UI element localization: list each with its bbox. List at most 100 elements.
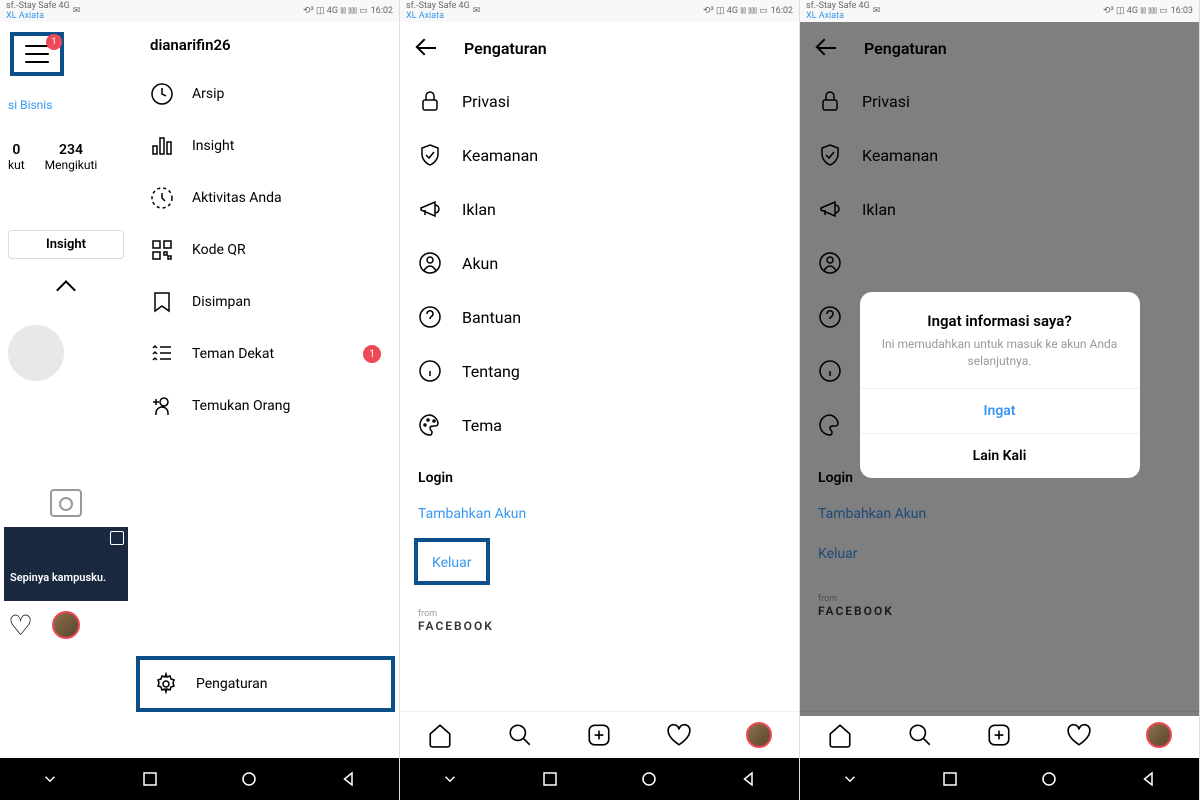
bottom-nav bbox=[400, 711, 799, 758]
add-account-link[interactable]: Tambahkan Akun bbox=[400, 494, 799, 534]
nav-recent-icon[interactable] bbox=[141, 770, 159, 788]
mail-icon: ✉ bbox=[873, 6, 881, 16]
stats-row: 0 kut 234 Mengikuti bbox=[0, 124, 132, 190]
settings-item-privacy[interactable]: Privasi bbox=[400, 74, 799, 128]
menu-icon[interactable] bbox=[25, 45, 49, 63]
back-arrow-icon[interactable] bbox=[416, 36, 440, 60]
chevron-up-icon[interactable] bbox=[56, 280, 76, 300]
menu-item-close-friends[interactable]: Teman Dekat 1 bbox=[132, 328, 399, 380]
menu-item-insight[interactable]: Insight bbox=[132, 120, 399, 172]
side-menu: dianarifin26 Arsip Insight Aktivitas And… bbox=[132, 22, 399, 758]
close-friends-icon bbox=[150, 342, 174, 366]
logout-highlight[interactable]: Keluar bbox=[414, 538, 490, 585]
signal-icon: ⟲³ ◫ 4G ⫾⫾ ⫾⫾⫾ ▭ bbox=[703, 6, 768, 16]
profile-partial-view: 1 si Bisnis 0 kut 234 Mengikuti Insight … bbox=[0, 22, 132, 758]
settings-item-ads[interactable]: Iklan bbox=[400, 182, 799, 236]
content: Pengaturan Privasi Keamanan Iklan bbox=[800, 22, 1199, 758]
search-icon[interactable] bbox=[507, 722, 533, 748]
add-post-icon[interactable] bbox=[986, 722, 1012, 748]
dialog-remember-button[interactable]: Ingat bbox=[860, 388, 1140, 433]
nav-down-icon[interactable] bbox=[841, 770, 859, 788]
content: 1 si Bisnis 0 kut 234 Mengikuti Insight … bbox=[0, 22, 399, 758]
settings-item-help[interactable]: Bantuan bbox=[400, 290, 799, 344]
megaphone-icon bbox=[418, 197, 442, 221]
bottom-nav bbox=[800, 711, 1199, 758]
menu-item-discover[interactable]: Temukan Orang bbox=[132, 380, 399, 432]
lock-icon bbox=[418, 89, 442, 113]
nav-home-icon[interactable] bbox=[1040, 770, 1058, 788]
help-icon bbox=[418, 305, 442, 329]
time-text: 16:02 bbox=[771, 6, 793, 16]
nav-recent-icon[interactable] bbox=[941, 770, 959, 788]
like-row bbox=[0, 601, 132, 649]
android-nav-bar bbox=[0, 758, 399, 800]
nav-home-icon[interactable] bbox=[640, 770, 658, 788]
settings-list: Privasi Keamanan Iklan Akun Bantuan Tent… bbox=[400, 74, 799, 711]
menu-item-archive[interactable]: Arsip bbox=[132, 68, 399, 120]
login-section-label: Login bbox=[400, 452, 799, 494]
menu-item-activity[interactable]: Aktivitas Anda bbox=[132, 172, 399, 224]
activity-heart-icon[interactable] bbox=[666, 722, 692, 748]
nav-down-icon[interactable] bbox=[41, 770, 59, 788]
search-icon[interactable] bbox=[907, 722, 933, 748]
heart-icon[interactable] bbox=[8, 612, 34, 638]
android-nav-bar bbox=[800, 758, 1199, 800]
home-icon[interactable] bbox=[827, 722, 853, 748]
activity-heart-icon[interactable] bbox=[1066, 722, 1092, 748]
tagged-icon[interactable] bbox=[50, 489, 82, 517]
profile-nav-icon[interactable] bbox=[1146, 722, 1172, 748]
nav-home-icon[interactable] bbox=[240, 770, 258, 788]
nav-recent-icon[interactable] bbox=[541, 770, 559, 788]
signal-icon: ⟲³ ◫ 4G ⫾⫾ ⫾⫾⫾ ▭ bbox=[1103, 6, 1168, 16]
settings-item-account[interactable]: Akun bbox=[400, 236, 799, 290]
settings-item-security[interactable]: Keamanan bbox=[400, 128, 799, 182]
logout-link: Keluar bbox=[432, 555, 472, 571]
settings-item-theme[interactable]: Tema bbox=[400, 398, 799, 452]
profile-avatar-small[interactable] bbox=[52, 611, 80, 639]
hamburger-highlight: 1 bbox=[10, 32, 64, 76]
status-bar: sf.-Stay Safe 4G XL Axiata ✉ ⟲³ ◫ 4G ⫾⫾ … bbox=[800, 0, 1199, 22]
page-title: Pengaturan bbox=[464, 39, 547, 58]
dialog-later-button[interactable]: Lain Kali bbox=[860, 433, 1140, 478]
header: Pengaturan bbox=[400, 22, 799, 74]
activity-icon bbox=[150, 186, 174, 210]
add-post-icon[interactable] bbox=[586, 722, 612, 748]
time-text: 16:02 bbox=[371, 6, 393, 16]
carrier-text: sf.-Stay Safe 4G bbox=[406, 1, 470, 11]
palette-icon bbox=[418, 413, 442, 437]
signal-icon: ⟲³ ◫ 4G ⫾⫾ ⫾⫾⫾ ▭ bbox=[303, 6, 368, 16]
phone-2: sf.-Stay Safe 4G XL Axiata ✉ ⟲³ ◫ 4G ⫾⫾ … bbox=[400, 0, 800, 800]
close-friends-badge: 1 bbox=[363, 345, 381, 363]
content: Pengaturan Privasi Keamanan Iklan Akun B… bbox=[400, 22, 799, 758]
profile-nav-icon[interactable] bbox=[746, 722, 772, 748]
time-text: 16:03 bbox=[1171, 6, 1193, 16]
menu-item-qr[interactable]: Kode QR bbox=[132, 224, 399, 276]
nav-down-icon[interactable] bbox=[441, 770, 459, 788]
stat-followers[interactable]: 0 kut bbox=[8, 142, 25, 172]
business-link[interactable]: si Bisnis bbox=[0, 86, 132, 124]
carrier-text: sf.-Stay Safe 4G bbox=[806, 1, 870, 11]
mail-icon: ✉ bbox=[473, 6, 481, 16]
phone-1: sf.-Stay Safe 4G XL Axiata ✉ ⟲³ ◫ 4G ⫾⫾ … bbox=[0, 0, 400, 800]
remember-dialog: Ingat informasi saya? Ini memudahkan unt… bbox=[860, 292, 1140, 478]
nav-back-icon[interactable] bbox=[1140, 770, 1158, 788]
carrier-name: XL Axiata bbox=[406, 11, 470, 21]
status-bar: sf.-Stay Safe 4G XL Axiata ✉ ⟲³ ◫ 4G ⫾⫾ … bbox=[400, 0, 799, 22]
settings-highlight[interactable]: Pengaturan bbox=[136, 656, 395, 712]
insight-button[interactable]: Insight bbox=[8, 230, 124, 259]
post-thumbnail[interactable]: Sepinya kampusku. bbox=[4, 527, 128, 601]
menu-item-saved[interactable]: Disimpan bbox=[132, 276, 399, 328]
nav-back-icon[interactable] bbox=[740, 770, 758, 788]
story-highlight-placeholder[interactable] bbox=[8, 325, 64, 381]
insight-icon bbox=[150, 134, 174, 158]
discover-people-icon bbox=[150, 394, 174, 418]
home-icon[interactable] bbox=[427, 722, 453, 748]
carrier-name: XL Axiata bbox=[806, 11, 870, 21]
settings-item-about[interactable]: Tentang bbox=[400, 344, 799, 398]
shield-icon bbox=[418, 143, 442, 167]
nav-back-icon[interactable] bbox=[340, 770, 358, 788]
stat-following[interactable]: 234 Mengikuti bbox=[45, 142, 98, 172]
bookmark-icon bbox=[150, 290, 174, 314]
status-bar: sf.-Stay Safe 4G XL Axiata ✉ ⟲³ ◫ 4G ⫾⫾ … bbox=[0, 0, 399, 22]
carrier-name: XL Axiata bbox=[6, 11, 70, 21]
